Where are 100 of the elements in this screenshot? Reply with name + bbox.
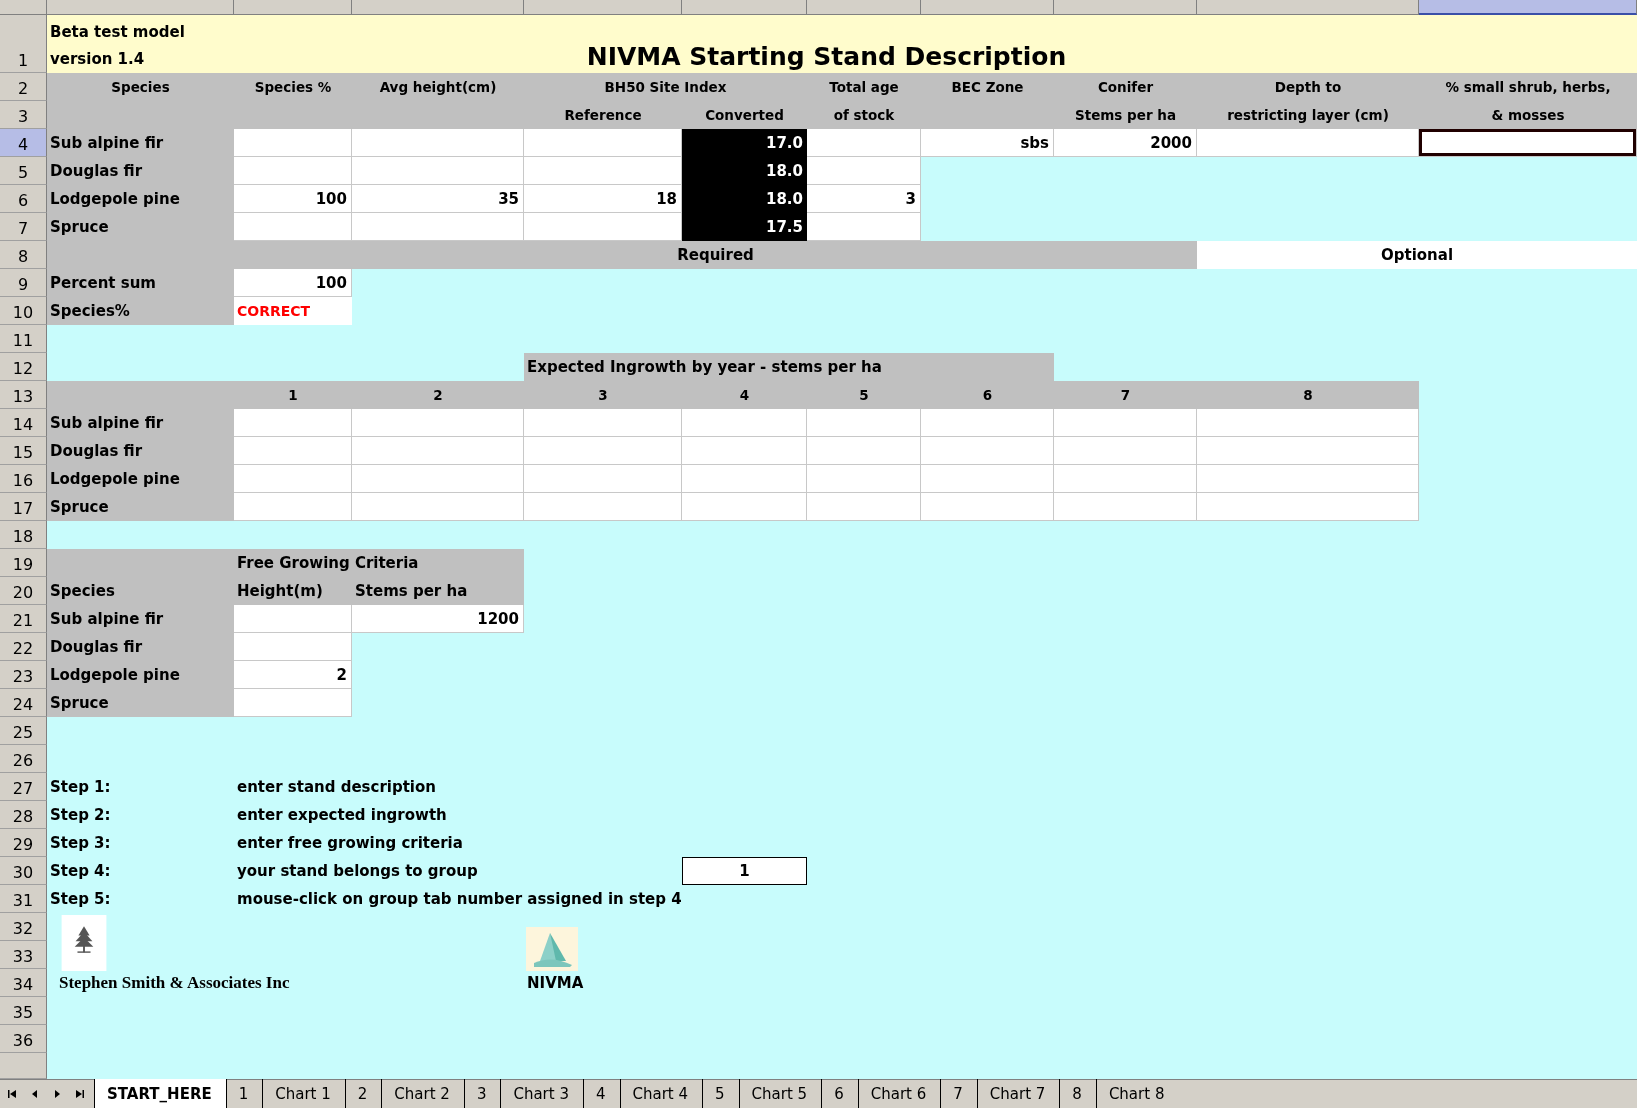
column-heading-cell[interactable] xyxy=(807,0,921,15)
input-cell[interactable] xyxy=(921,437,1054,465)
row-number[interactable]: 30 xyxy=(0,857,47,885)
row-number[interactable]: 29 xyxy=(0,829,47,857)
row-number[interactable]: 32 xyxy=(0,913,47,941)
row-number[interactable]: 11 xyxy=(0,325,47,353)
sheet-tab[interactable]: 6 xyxy=(821,1079,858,1108)
row-number[interactable]: 8 xyxy=(0,241,47,269)
row-number[interactable]: 15 xyxy=(0,437,47,465)
sheet-tab[interactable]: Chart 6 xyxy=(857,1079,941,1108)
input-cell[interactable] xyxy=(524,409,682,437)
input-cell[interactable] xyxy=(234,493,352,521)
input-cell[interactable] xyxy=(682,437,807,465)
input-cell[interactable] xyxy=(1197,437,1419,465)
column-heading-cell[interactable] xyxy=(524,0,682,15)
input-cell[interactable]: 2 xyxy=(234,661,352,689)
column-heading-cell[interactable] xyxy=(47,0,234,15)
input-cell[interactable] xyxy=(1054,437,1197,465)
input-cell[interactable] xyxy=(352,213,524,241)
sheet-tab[interactable]: Chart 2 xyxy=(381,1079,464,1108)
input-cell[interactable] xyxy=(682,493,807,521)
column-heading-cell[interactable] xyxy=(352,0,524,15)
input-cell[interactable] xyxy=(234,157,352,185)
column-heading-cell[interactable] xyxy=(1419,0,1637,15)
sheet-tab[interactable]: Chart 3 xyxy=(500,1079,583,1108)
input-cell[interactable] xyxy=(921,409,1054,437)
input-cell[interactable]: 100 xyxy=(234,185,352,213)
input-cell[interactable] xyxy=(234,129,352,157)
input-cell[interactable] xyxy=(234,465,352,493)
row-number[interactable]: 25 xyxy=(0,717,47,745)
row-number[interactable]: 2 xyxy=(0,73,47,101)
row-number[interactable]: 4 xyxy=(0,129,47,157)
row-number[interactable]: 12 xyxy=(0,353,47,381)
column-heading-cell[interactable] xyxy=(1054,0,1197,15)
row-number[interactable]: 10 xyxy=(0,297,47,325)
sheet-tab[interactable]: 3 xyxy=(463,1079,501,1108)
select-all-corner[interactable] xyxy=(0,0,47,15)
input-cell[interactable] xyxy=(234,213,352,241)
row-number[interactable]: 19 xyxy=(0,549,47,577)
input-cell[interactable] xyxy=(1054,409,1197,437)
input-cell[interactable] xyxy=(807,493,921,521)
sheet-tab[interactable]: 7 xyxy=(940,1079,977,1108)
input-cell[interactable] xyxy=(921,465,1054,493)
sheet-tab[interactable]: Chart 5 xyxy=(738,1079,822,1108)
row-number[interactable]: 3 xyxy=(0,101,47,129)
input-cell[interactable] xyxy=(234,689,352,717)
sheet-tab[interactable]: 1 xyxy=(225,1079,263,1108)
row-number[interactable]: 6 xyxy=(0,185,47,213)
row-number[interactable]: 21 xyxy=(0,605,47,633)
row-number[interactable]: 18 xyxy=(0,521,47,549)
row-number[interactable]: 13 xyxy=(0,381,47,409)
input-cell[interactable] xyxy=(1197,129,1419,157)
sheet-tab[interactable]: Chart 1 xyxy=(262,1079,345,1108)
input-cell[interactable] xyxy=(352,493,524,521)
input-cell[interactable] xyxy=(807,409,921,437)
input-cell[interactable]: 1200 xyxy=(352,605,524,633)
input-cell[interactable]: 18 xyxy=(524,185,682,213)
row-number[interactable]: 34 xyxy=(0,969,47,997)
row-number[interactable]: 9 xyxy=(0,269,47,297)
input-cell[interactable] xyxy=(352,129,524,157)
column-heading-cell[interactable] xyxy=(1197,0,1419,15)
input-cell[interactable] xyxy=(234,633,352,661)
input-cell[interactable] xyxy=(524,493,682,521)
input-cell[interactable] xyxy=(1197,493,1419,521)
input-cell[interactable] xyxy=(524,157,682,185)
input-cell[interactable]: 3 xyxy=(807,185,921,213)
input-cell[interactable] xyxy=(1054,465,1197,493)
row-number[interactable]: 28 xyxy=(0,801,47,829)
sheet-tab[interactable]: 8 xyxy=(1059,1079,1096,1108)
input-cell[interactable] xyxy=(524,129,682,157)
column-heading-cell[interactable] xyxy=(234,0,352,15)
row-number[interactable]: 23 xyxy=(0,661,47,689)
row-number[interactable]: 1 xyxy=(0,15,47,73)
input-cell[interactable] xyxy=(352,157,524,185)
input-cell[interactable] xyxy=(234,605,352,633)
column-heading-cell[interactable] xyxy=(682,0,807,15)
row-number[interactable]: 22 xyxy=(0,633,47,661)
row-number[interactable]: 17 xyxy=(0,493,47,521)
row-number[interactable]: 5 xyxy=(0,157,47,185)
row-number[interactable]: 20 xyxy=(0,577,47,605)
row-number[interactable]: 31 xyxy=(0,885,47,913)
input-cell[interactable] xyxy=(921,493,1054,521)
row-number[interactable]: 14 xyxy=(0,409,47,437)
input-cell[interactable] xyxy=(682,409,807,437)
input-cell[interactable] xyxy=(807,437,921,465)
input-cell[interactable] xyxy=(352,409,524,437)
input-cell[interactable]: 35 xyxy=(352,185,524,213)
row-number[interactable]: 35 xyxy=(0,997,47,1025)
sheet-tab[interactable]: Chart 4 xyxy=(619,1079,703,1108)
input-cell[interactable] xyxy=(352,437,524,465)
row-number[interactable]: 7 xyxy=(0,213,47,241)
row-number[interactable]: 24 xyxy=(0,689,47,717)
input-cell[interactable] xyxy=(807,213,921,241)
input-cell[interactable] xyxy=(682,465,807,493)
sheet-tab[interactable]: 5 xyxy=(702,1079,739,1108)
sheet-tab[interactable]: 2 xyxy=(344,1079,382,1108)
input-cell[interactable]: 100 xyxy=(234,269,352,297)
input-cell[interactable] xyxy=(807,465,921,493)
input-cell[interactable] xyxy=(807,157,921,185)
input-cell[interactable] xyxy=(234,409,352,437)
